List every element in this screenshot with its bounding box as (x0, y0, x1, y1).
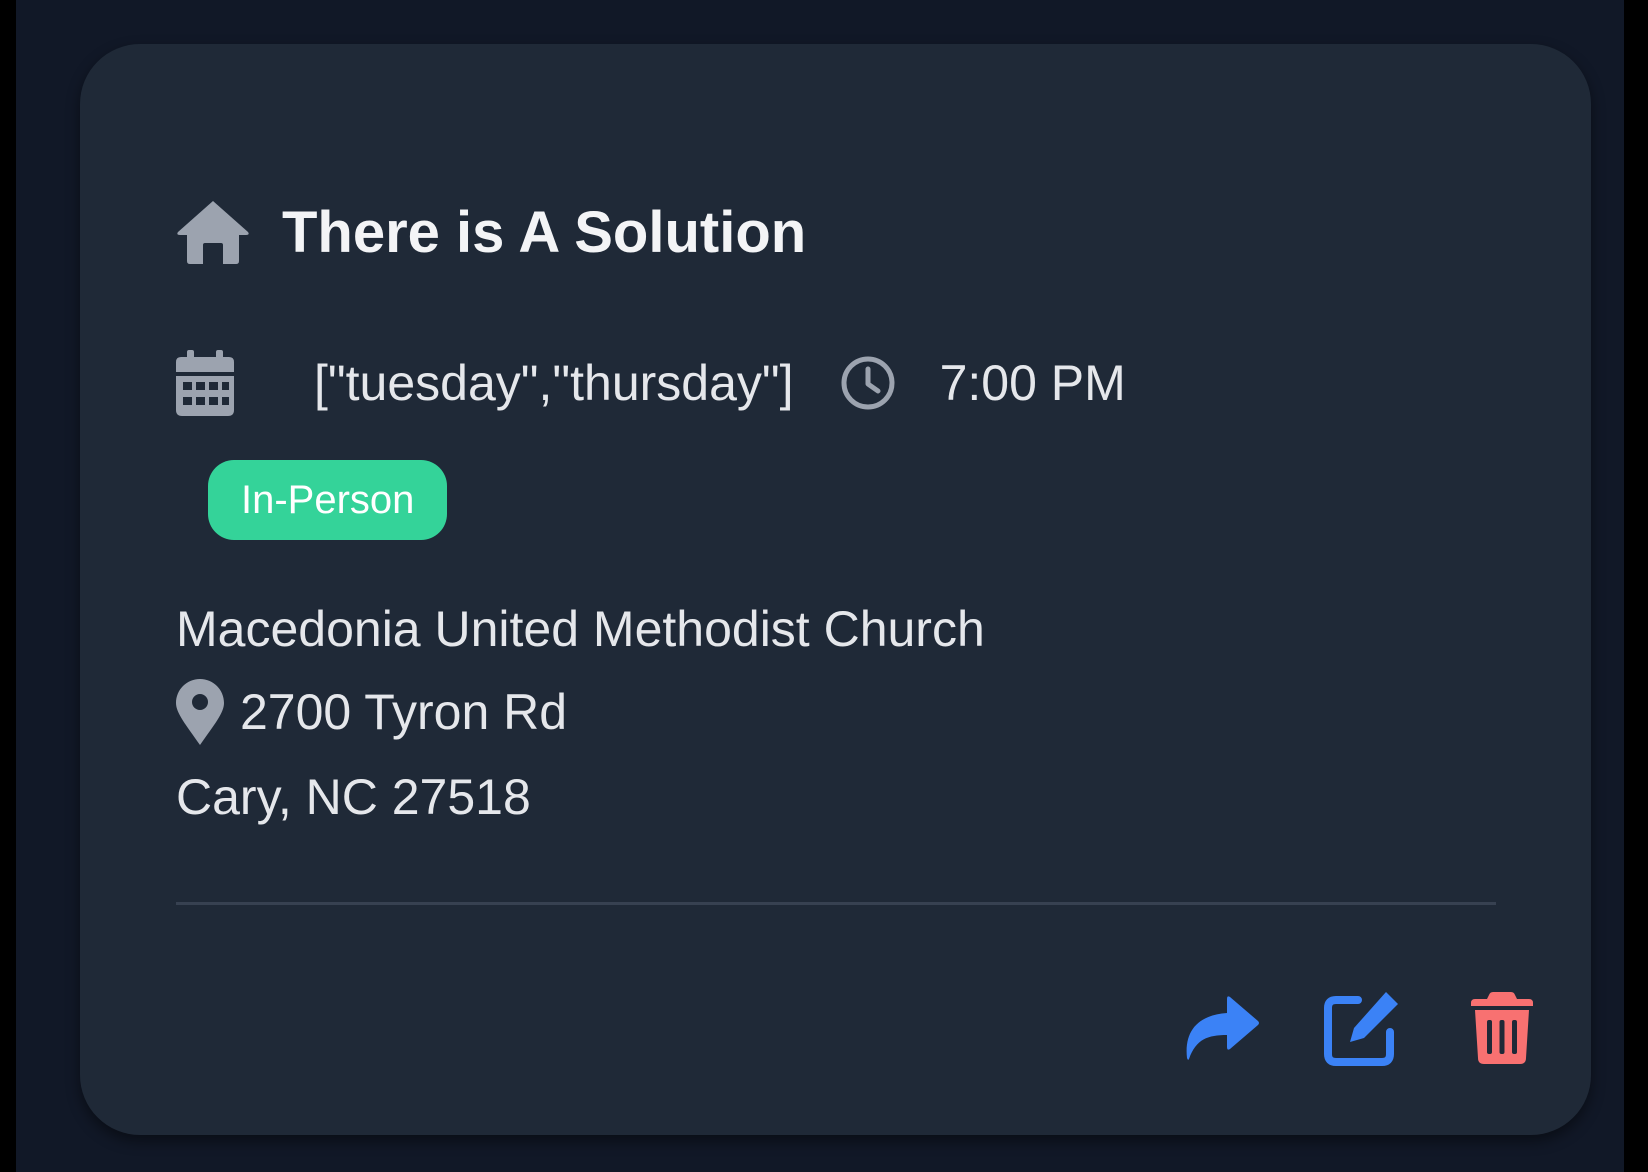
page-background: There is A Solution ["tuesday","thursday… (16, 0, 1624, 1172)
card-divider (176, 902, 1496, 905)
delete-button[interactable] (1460, 988, 1544, 1068)
share-icon (1186, 996, 1259, 1060)
city-state-zip: Cary, NC 27518 (176, 769, 531, 825)
home-icon (177, 201, 249, 264)
share-button[interactable] (1180, 988, 1264, 1068)
trash-icon (1471, 992, 1533, 1064)
clock-icon (841, 356, 895, 410)
meeting-title: There is A Solution (282, 199, 807, 265)
meeting-schedule: ["tuesday","thursday"] 7:00 PM (176, 350, 1126, 416)
meeting-card: There is A Solution ["tuesday","thursday… (80, 44, 1591, 1135)
calendar-icon (176, 350, 234, 416)
meeting-time: 7:00 PM (939, 355, 1126, 411)
card-header: There is A Solution (176, 192, 806, 272)
edit-icon (1324, 992, 1398, 1066)
card-actions (1180, 988, 1544, 1068)
meeting-days: ["tuesday","thursday"] (314, 355, 794, 411)
edit-button[interactable] (1320, 988, 1404, 1068)
street-address: 2700 Tyron Rd (240, 684, 568, 740)
meeting-type-badge: In-Person (208, 460, 448, 540)
map-pin-icon (176, 679, 224, 745)
venue-name: Macedonia United Methodist Church (176, 601, 985, 657)
street-address-row: 2700 Tyron Rd (176, 676, 567, 748)
